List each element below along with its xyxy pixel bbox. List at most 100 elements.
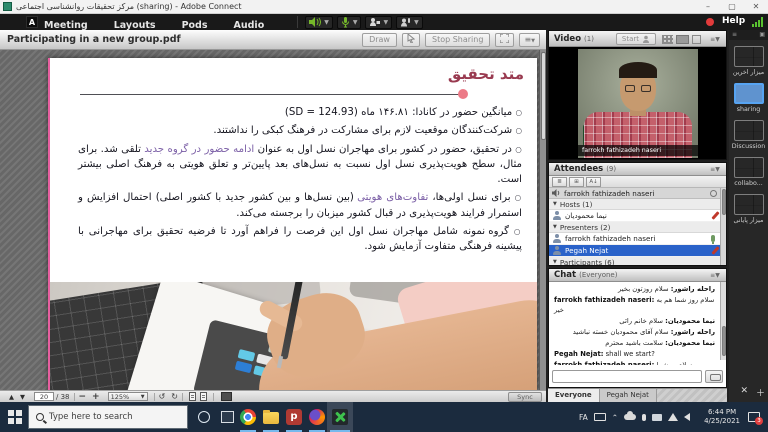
attendee-row[interactable]: Pegah Nejat [549,245,720,257]
layout-thumbnail[interactable] [734,120,764,141]
language-indicator[interactable]: FA [579,413,588,422]
action-center-icon[interactable]: 3 [748,412,760,422]
attendees-scrollbar[interactable] [720,188,726,265]
webcam-button[interactable]: ▼ [365,16,392,29]
attendee-list-view-button[interactable]: ≣ [552,177,567,187]
chrome-taskbar-icon[interactable] [240,409,256,425]
attendee-row[interactable]: farrokh fathizadeh naseri [549,233,720,245]
zoom-in-button[interactable]: + [92,392,100,402]
video-name-overlay: farrokh fathizadeh naseri [578,145,698,156]
rail-menu-icon[interactable]: ≡ [732,30,737,40]
start-webcam-button[interactable]: Start [616,33,656,45]
rotate-left-button[interactable]: ↺ [159,392,166,401]
layout-thumbnail[interactable] [734,83,764,104]
grid-view-icon[interactable] [662,35,673,44]
tray-expand-icon[interactable]: ⌃ [612,413,618,422]
stop-sharing-button[interactable]: Stop Sharing [425,33,490,47]
touch-keyboard-icon[interactable] [594,413,606,421]
speaker-button[interactable]: ▼ [305,16,333,29]
fit-width-button[interactable] [200,392,207,401]
layout-item[interactable]: میزار پایانی [729,194,768,224]
attendee-sort-button[interactable]: A↓ [586,177,601,187]
presentation-slide: متد تحقیق ○ میانگین حضور در کانادا: ۱۴۶.… [48,58,537,390]
volume-icon[interactable] [684,413,690,421]
chat-send-icon[interactable] [705,370,723,383]
adobe-connect-taskbar-icon[interactable] [332,409,348,425]
layout-label: Discussion [729,143,768,150]
filmstrip-view-icon[interactable] [676,35,689,44]
layout-item[interactable]: collabo... [729,157,768,187]
layout-thumbnail[interactable] [734,46,764,67]
file-explorer-taskbar-icon[interactable] [263,412,279,424]
fit-page-button[interactable] [189,392,196,401]
video-pod-menu-icon[interactable]: ≡▼ [708,36,722,44]
tray-microphone-icon[interactable] [642,414,646,421]
task-view-icon[interactable] [221,411,234,423]
layout-item[interactable]: sharing [729,83,768,113]
draw-button[interactable]: Draw [362,33,397,47]
attendee-section-header[interactable]: ▼Participants (6) [549,257,720,265]
add-layout-icon[interactable]: ＋ [756,386,765,399]
layout-thumbnail[interactable] [734,157,764,178]
menu-meeting[interactable]: Meeting [44,20,88,31]
rotate-right-button[interactable]: ↻ [171,392,178,401]
microphone-rights-icon [711,235,715,242]
share-content-area: متد تحقیق ○ میانگین حضور در کانادا: ۱۴۶.… [0,50,546,390]
attendee-name: farrokh fathizadeh naseri [565,234,708,243]
chat-scrollbar[interactable] [720,282,726,360]
firefox-taskbar-icon[interactable] [309,409,325,425]
chat-tab[interactable]: Pegah Nejat [600,389,657,403]
microphone-button[interactable]: ▼ [337,16,362,29]
layout-thumbnail[interactable] [734,194,764,215]
attendees-toolbar: ≣ ⊞ A↓ [549,176,726,188]
video-fullscreen-icon[interactable] [692,35,701,44]
menu-layouts[interactable]: Layouts [114,20,156,31]
chat-pod-menu-icon[interactable]: ≡▼ [708,272,722,280]
attendee-row[interactable]: نیما محمودیان [549,210,720,222]
share-scrollbar[interactable] [539,50,546,390]
chat-tab[interactable]: Everyone [548,389,600,403]
start-button[interactable] [8,410,22,424]
attendees-pod-header: Attendees (9) ≡▼ [549,163,726,176]
close-button[interactable]: ✕ [744,0,768,14]
cortana-icon[interactable] [198,411,210,423]
chat-message-input[interactable] [552,370,702,383]
p-app-taskbar-icon[interactable]: p [286,409,302,425]
raise-hand-button[interactable]: ▼ [396,16,423,29]
rail-close-icon[interactable]: ▣ [759,30,765,40]
layout-item[interactable]: میزار آخرین [729,46,768,76]
page-number-input[interactable]: 20 [34,392,54,401]
zoom-out-button[interactable]: − [79,392,87,402]
section-label: Hosts (1) [560,200,593,209]
chat-sender-name: Pegah Nejat: [554,350,603,358]
onedrive-icon[interactable] [624,414,636,420]
connection-signal-icon[interactable] [752,17,764,27]
next-page-button[interactable]: ▼ [20,393,25,401]
layout-item[interactable]: Discussion [729,120,768,150]
fullscreen-icon[interactable] [495,33,514,47]
attendee-section-header[interactable]: ▼Presenters (2) [549,222,720,233]
menu-audio[interactable]: Audio [234,20,265,31]
pod-options-menu-icon[interactable]: ≡▼ [519,33,540,47]
chat-pod-title: Chat [554,270,576,280]
layout-label: میزار پایانی [729,217,768,224]
taskbar-search[interactable]: Type here to search [28,405,188,429]
maximize-button[interactable]: ▢ [720,0,744,14]
tray-folder-icon[interactable] [652,414,662,421]
thumbnails-toggle-button[interactable] [221,392,232,401]
attendee-breakout-view-button[interactable]: ⊞ [569,177,584,187]
zoom-level-select[interactable]: 125%▼ [108,392,148,401]
network-icon[interactable] [668,413,678,421]
menu-pods[interactable]: Pods [182,20,208,31]
help-menu[interactable]: Help [722,16,745,26]
sync-button[interactable]: Sync [508,392,542,402]
attendee-section-header[interactable]: ▼Hosts (1) [549,199,720,210]
chat-sender-name: نیما محمودیان: [665,317,715,325]
taskbar-clock[interactable]: 6:44 PM 4/25/2021 [704,408,740,426]
minimize-button[interactable]: – [696,0,720,14]
pointer-tool-icon[interactable] [402,33,420,47]
collapse-icon: ▼ [553,259,557,265]
previous-page-button[interactable]: ▲ [9,393,14,401]
close-layouts-icon[interactable]: ✕ [740,386,748,399]
attendees-pod-menu-icon[interactable]: ≡▼ [708,166,722,174]
